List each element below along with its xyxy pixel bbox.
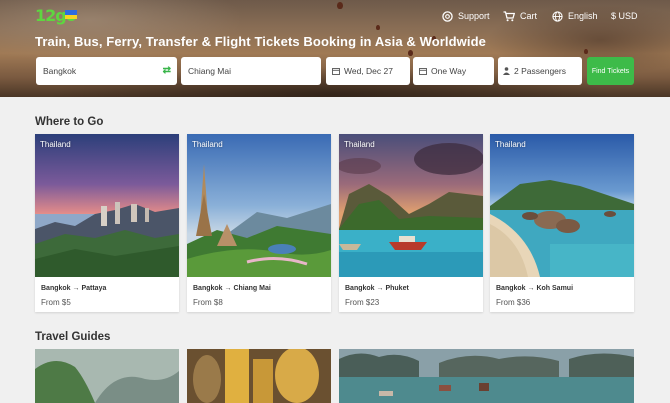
phuket-image [339,134,483,277]
language-label: English [568,11,598,21]
balloon-graphic [408,50,413,56]
person-icon [503,67,510,75]
to-input[interactable]: Chiang Mai [181,57,321,85]
currency-selector[interactable]: $ USD [611,9,638,23]
travel-guides-heading: Travel Guides [35,331,111,343]
trip-type-select[interactable]: One Way [413,57,494,85]
route-label: Bangkok → Pattaya [41,285,107,292]
route-label: Bangkok → Phuket [345,285,409,292]
to-value: Chiang Mai [188,66,231,76]
country-label: Thailand [192,140,223,149]
currency-label: $ USD [611,11,638,21]
balloon-graphic [337,2,343,9]
date-picker[interactable]: Wed, Dec 27 [326,57,410,85]
destination-card[interactable]: Thailand Bangkok → Koh Samui From $36 [490,134,634,312]
chiang-mai-image [187,134,331,277]
swap-icon[interactable]: ⇄ [163,65,171,76]
country-label: Thailand [40,140,71,149]
guide-image [339,349,634,403]
ukraine-flag-icon [65,10,77,19]
price-label: From $8 [193,298,223,307]
where-to-go-heading: Where to Go [35,116,104,128]
guide-card[interactable] [35,349,179,403]
country-label: Thailand [495,140,526,149]
passengers-value: 2 Passengers [514,66,566,76]
hero-banner: 12go Support Cart English $ USD Train, B… [0,0,670,97]
find-tickets-button[interactable]: Find Tickets [587,57,634,85]
language-selector[interactable]: English [552,9,598,23]
pattaya-image [35,134,179,277]
guide-image [35,349,179,403]
cart-label: Cart [520,11,538,21]
from-value: Bangkok [43,66,77,76]
calendar-icon [332,67,340,75]
cart-link[interactable]: Cart [503,9,537,23]
price-label: From $36 [496,298,531,307]
support-label: Support [458,11,490,21]
passengers-select[interactable]: 2 Passengers [498,57,582,85]
calendar-icon [419,67,427,75]
globe-icon [552,10,563,22]
date-value: Wed, Dec 27 [344,66,393,76]
page-title: Train, Bus, Ferry, Transfer & Flight Tic… [35,34,486,49]
guide-image [187,349,331,403]
balloon-graphic [376,25,380,30]
support-icon [442,10,453,22]
price-label: From $5 [41,298,71,307]
guide-card[interactable] [339,349,634,403]
route-label: Bangkok → Chiang Mai [193,285,271,292]
cart-icon [503,10,515,21]
support-link[interactable]: Support [442,9,490,23]
trip-type-value: One Way [431,66,467,76]
from-input[interactable]: Bangkok ⇄ [36,57,177,85]
destination-card[interactable]: Thailand Bangkok → Chiang Mai From $8 [187,134,331,312]
route-label: Bangkok → Koh Samui [496,285,574,292]
country-label: Thailand [344,140,375,149]
koh-samui-image [490,134,634,277]
balloon-graphic [584,49,588,54]
destination-card[interactable]: Thailand Bangkok → Pattaya From $5 [35,134,179,312]
destination-card[interactable]: Thailand Bangkok → Phuket From $23 [339,134,483,312]
guide-card[interactable] [187,349,331,403]
price-label: From $23 [345,298,380,307]
